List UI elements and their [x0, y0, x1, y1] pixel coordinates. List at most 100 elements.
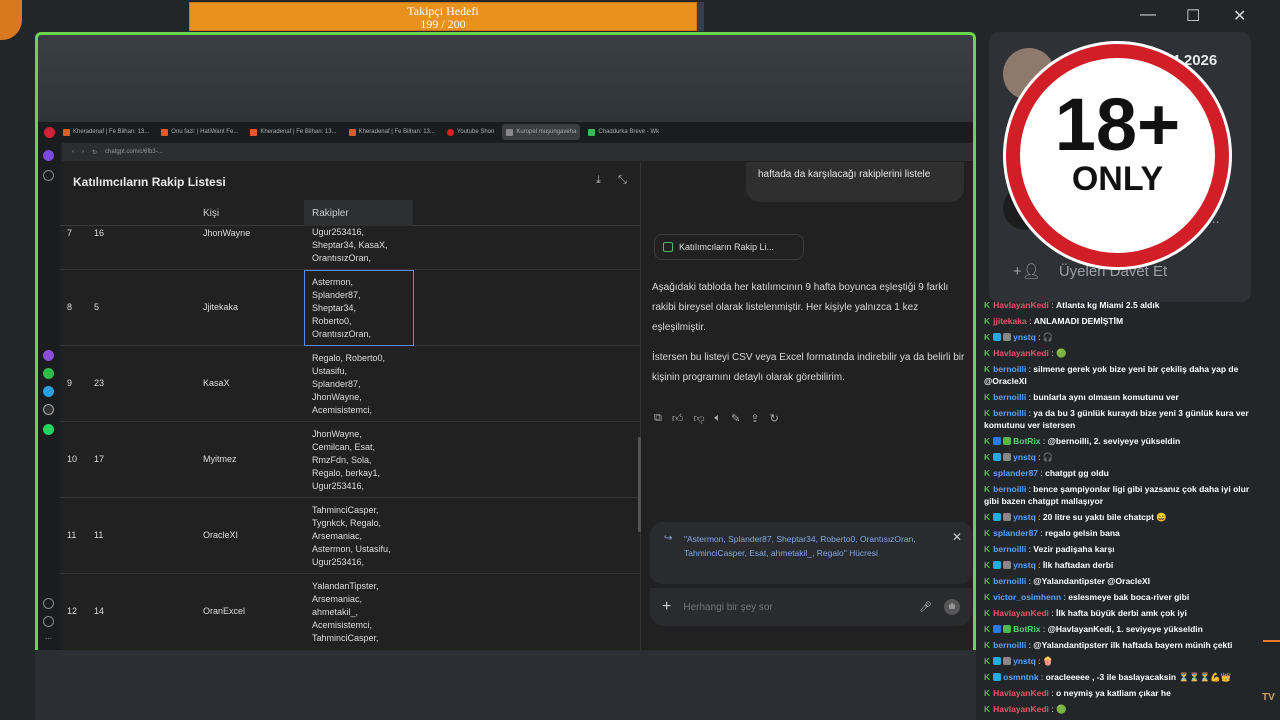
x-icon[interactable] [43, 404, 54, 415]
table-row[interactable]: 12 14 OranExcel YalandanTipster, Arsemani… [60, 574, 641, 650]
chat-username[interactable]: HavlayanKedi [993, 704, 1049, 714]
chat-username[interactable]: bernoilli [993, 544, 1026, 554]
forward-icon[interactable]: › [82, 149, 84, 155]
collapse-icon[interactable]: ⤡ [618, 174, 627, 187]
spreadsheet-icon [663, 242, 673, 252]
chat-username[interactable]: splander87 [993, 468, 1038, 478]
chat-username[interactable]: bernoilli [993, 364, 1026, 374]
browser-tab-bar: Kheradenaf | Fe Bilhan: 13... Onu fazl: … [38, 122, 973, 142]
chat-username[interactable]: HavlayanKedi [993, 348, 1049, 358]
more-icon[interactable]: ⋯ [43, 634, 54, 645]
history-icon[interactable] [43, 616, 54, 627]
regenerate-icon[interactable]: ↻ [770, 412, 779, 425]
row-rakipler[interactable]: JhonWayne, Cemilcan, Esat, RmzFdn, Sola, Re… [312, 428, 412, 494]
chat-username[interactable]: HavlayanKedi [993, 688, 1049, 698]
chat-username[interactable]: bernoilli [993, 576, 1026, 586]
tab-favicon-icon [588, 128, 596, 136]
url-text[interactable]: chatgpt.com/c/6fb3-... [105, 149, 163, 155]
row-index: 10 [67, 454, 78, 464]
close-icon[interactable]: ✕ [1233, 6, 1246, 26]
tab-favicon-icon [446, 128, 454, 136]
flow-icon[interactable] [43, 170, 54, 181]
browser-tab[interactable]: Onu fazl: | HatiWant Fe... [157, 124, 242, 140]
chat-separator: : [1035, 656, 1043, 666]
chat-text: 🎧 [1042, 332, 1054, 342]
minimize-icon[interactable]: — [1140, 6, 1156, 24]
address-bar[interactable]: ‹ › ↻ chatgpt.com/c/6fb3-... [62, 143, 973, 161]
browser-tab[interactable]: Kheradenaf | Fe Bilhan: 13... [59, 124, 153, 140]
table-row[interactable]: 7 16 JhonWayne Ugur253416, Sheptar34, Kas… [60, 226, 641, 270]
chat-username[interactable]: bernoilli [993, 408, 1026, 418]
browser-tab-active[interactable]: Kuropel muşungaveha [502, 124, 581, 140]
chat-username[interactable]: ynstq [1013, 332, 1036, 342]
back-icon[interactable]: ‹ [72, 149, 74, 155]
whatsapp-icon[interactable] [43, 368, 54, 379]
favorites-icon[interactable] [43, 598, 54, 609]
microphone-icon[interactable]: 🎤︎ [919, 602, 932, 613]
chat-username[interactable]: ynstq [1013, 560, 1036, 570]
browser-tab[interactable]: Kheradenaf | Fe Bilhan: 13... [246, 124, 340, 140]
opera-logo-icon[interactable] [44, 126, 55, 138]
kick-icon: K [984, 364, 991, 374]
chat-username[interactable]: ynstq [1013, 656, 1036, 666]
row-rakipler[interactable]: Astermon, Splander87, Sheptar34, Roberto0, O… [312, 276, 412, 342]
kick-icon: K [984, 332, 991, 342]
table-row[interactable]: 8 5 Jjitekaka Astermon, Splander87, Shepta… [60, 270, 641, 346]
reload-icon[interactable]: ↻ [92, 149, 97, 156]
chat-username[interactable]: victor_osimhenn [993, 592, 1061, 602]
chat-text: oracleeeee , -3 ile baslayacaksin ⏳⏳⏳💪👑 [1045, 672, 1232, 682]
messenger-icon[interactable] [43, 350, 54, 361]
chat-username[interactable]: HavlayanKedi [993, 300, 1049, 310]
canvas-reference-chip[interactable]: Katılımcıların Rakip Li... [654, 234, 804, 260]
browser-tab[interactable]: Youtube Shon [443, 124, 498, 140]
row-rakipler[interactable]: YalandanTipster, Arsemaniac, ahmetakil_, Ac… [312, 580, 412, 646]
chat-username[interactable]: bernoilli [993, 640, 1026, 650]
table-row[interactable]: 11 11 OracleXI TahminciCasper, Tygnkck, R… [60, 498, 641, 574]
row-index: 8 [67, 302, 73, 312]
spotify-icon[interactable] [43, 424, 54, 435]
chat-message: Kbernoilli : bunlarla aynı olmasın komut… [980, 389, 1260, 405]
chat-username[interactable]: BotRix [1013, 436, 1040, 446]
browser-tab[interactable]: Kheradenaf | Fe Bilhan: 13... [345, 124, 439, 140]
user-badge-icon [993, 437, 1002, 445]
chat-username[interactable]: HavlayanKedi [993, 608, 1049, 618]
chat-separator: : [1048, 300, 1056, 310]
telegram-icon[interactable] [43, 386, 54, 397]
share-icon[interactable]: ⇪ [750, 412, 759, 425]
thumbs-up-icon[interactable]: 👍︎ [672, 412, 684, 425]
chat-message: K HavlayanKedi : Atlanta kg Miami 2.5 ald… [980, 297, 1260, 313]
maximize-icon[interactable]: ☐ [1186, 6, 1200, 26]
chat-username[interactable]: osmntnk [1003, 672, 1038, 682]
chat-username[interactable]: bernoilli [993, 484, 1026, 494]
chat-username[interactable]: splander87 [993, 528, 1038, 538]
chat-message: Kynstq : 🎧 [980, 449, 1260, 465]
row-name: OranExcel [203, 606, 246, 616]
table-row[interactable]: 9 23 KasaX Regalo, Roberto0, Ustasifu, Spl… [60, 346, 641, 422]
canvas-scrollbar[interactable] [638, 437, 641, 532]
invite-members-button[interactable]: +👤︎ Üyeleri Davet Et [1013, 262, 1167, 281]
close-icon[interactable]: ✕ [952, 530, 962, 544]
chat-message: K HavlayanKedi : 🟢 [980, 345, 1260, 361]
chat-username[interactable]: bernoilli [993, 392, 1026, 402]
download-icon[interactable]: ⤓ [596, 174, 601, 187]
thumbs-down-icon[interactable]: 👎︎ [693, 412, 704, 425]
edit-icon[interactable]: ✎ [731, 412, 740, 425]
browser-tab[interactable]: Chaddurka Breve - Wk [584, 124, 663, 140]
copy-icon[interactable]: ⧉ [654, 412, 662, 425]
voice-mode-icon[interactable]: ılı [944, 599, 960, 615]
aria-icon[interactable] [43, 150, 54, 161]
speaker-icon[interactable]: 🔈︎ [715, 412, 722, 425]
row-rakipler[interactable]: Regalo, Roberto0, Ustasifu, Splander87, Jho… [312, 352, 412, 418]
chat-username[interactable]: ynstq [1013, 512, 1036, 522]
plus-icon[interactable]: + [662, 598, 671, 616]
row-rakipler[interactable]: Ugur253416, Sheptar34, KasaX, OrantısızOra… [312, 226, 412, 268]
chat-text: @bernoilli, 2. seviyeye yükseldin [1047, 436, 1181, 446]
row-rakipler[interactable]: TahminciCasper, Tygnkck, Regalo, Arsemania… [312, 504, 412, 570]
chat-message: K BotRix : @HavlayanKedi, 1. seviyeye yük… [980, 621, 1260, 637]
chat-username[interactable]: BotRix [1013, 624, 1040, 634]
chat-username[interactable]: jjitekaka [993, 316, 1027, 326]
chat-username[interactable]: ynstq [1013, 452, 1036, 462]
table-row[interactable]: 10 17 Myitmez JhonWayne, Cemilcan, Esat, R… [60, 422, 641, 498]
message-input[interactable] [683, 601, 908, 613]
reply-arrow-icon: ↪ [664, 533, 673, 544]
